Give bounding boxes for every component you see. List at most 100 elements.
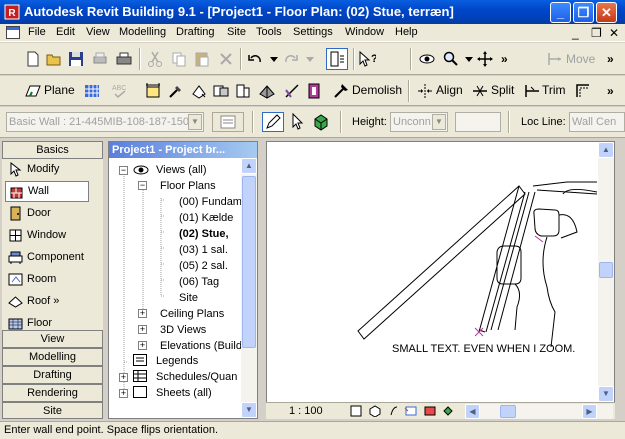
- mdi-close-button[interactable]: ✕: [609, 26, 619, 40]
- zoom-icon[interactable]: [442, 50, 460, 68]
- scroll-up-icon[interactable]: ▲: [598, 142, 614, 158]
- move-icon[interactable]: [546, 50, 564, 68]
- hide-isolate-icon[interactable]: [442, 405, 454, 417]
- redo-list-icon[interactable]: [301, 50, 319, 68]
- grid-icon[interactable]: [83, 82, 101, 100]
- tree-sheets[interactable]: Sheets (all): [156, 386, 212, 400]
- scroll-right-icon[interactable]: ▶: [582, 404, 597, 419]
- expander-elevations[interactable]: +: [138, 341, 147, 350]
- expander-views[interactable]: −: [119, 166, 128, 175]
- scrollbar-thumb[interactable]: [242, 176, 256, 348]
- tree-elevations[interactable]: Elevations (Build: [160, 339, 242, 353]
- tree-floor-plan-item[interactable]: Site: [179, 291, 198, 305]
- restore-button[interactable]: ❐: [573, 2, 594, 23]
- detail-level-icon[interactable]: [350, 405, 362, 417]
- tree-floor-plan-item[interactable]: (00) Fundam: [179, 195, 242, 209]
- menu-window[interactable]: Window: [345, 26, 384, 38]
- pick-face-icon[interactable]: [311, 112, 331, 132]
- menu-drafting[interactable]: Drafting: [176, 26, 215, 38]
- tree-views-all[interactable]: Views (all): [156, 163, 207, 177]
- align-label[interactable]: Align: [436, 83, 463, 97]
- tree-floor-plan-item-active[interactable]: (02) Stue,: [179, 227, 229, 241]
- tree-floor-plan-item[interactable]: (05) 2 sal.: [179, 259, 228, 273]
- canvas-horizontal-scrollbar[interactable]: ◀ ▶: [465, 404, 613, 419]
- tree-schedules[interactable]: Schedules/Quan: [156, 370, 237, 384]
- type-selector[interactable]: Basic Wall : 21-445MIB-108-187-150 ▼: [6, 112, 204, 132]
- element-properties-icon[interactable]: [212, 112, 244, 132]
- document-icon[interactable]: [6, 26, 20, 39]
- tree-floor-plan-item[interactable]: (03) 1 sal.: [179, 243, 228, 257]
- crop-region-icon[interactable]: [404, 405, 418, 417]
- redo-icon[interactable]: [282, 50, 300, 68]
- view-scale[interactable]: 1 : 100: [289, 405, 323, 417]
- expander-floor-plans[interactable]: −: [138, 181, 147, 190]
- tree-3d-views[interactable]: 3D Views: [160, 323, 206, 337]
- mdi-minimize-button[interactable]: _: [572, 26, 579, 40]
- toolbar-more-icon[interactable]: »: [498, 50, 516, 68]
- expander-sheets[interactable]: +: [119, 389, 128, 398]
- undo-icon[interactable]: [246, 50, 264, 68]
- tab-rendering[interactable]: Rendering: [2, 384, 103, 402]
- menu-tools[interactable]: Tools: [256, 26, 282, 38]
- trim-icon[interactable]: [523, 82, 541, 100]
- tree-legends[interactable]: Legends: [156, 354, 198, 368]
- modify-tool[interactable]: Modify: [5, 159, 89, 180]
- height-offset-field[interactable]: [455, 112, 501, 132]
- dimension-icon[interactable]: [144, 82, 162, 100]
- door-tool[interactable]: Door: [5, 203, 89, 224]
- drawing-canvas[interactable]: SMALL TEXT. EVEN WHEN I ZOOM. ▲ ▼: [266, 141, 615, 403]
- split-label[interactable]: Split: [491, 83, 514, 97]
- split-icon[interactable]: [471, 82, 489, 100]
- copy-icon[interactable]: [170, 50, 188, 68]
- canvas-vertical-scrollbar[interactable]: ▲ ▼: [598, 142, 614, 402]
- print-setup-icon[interactable]: [91, 50, 109, 68]
- menu-modelling[interactable]: Modelling: [119, 26, 166, 38]
- tree-floor-plans[interactable]: Floor Plans: [160, 179, 216, 193]
- cut-geometry-icon[interactable]: [212, 82, 230, 100]
- component-tool[interactable]: Component: [5, 247, 89, 268]
- cut-icon[interactable]: [146, 50, 164, 68]
- room-tool[interactable]: Room: [5, 269, 89, 290]
- toolbar-overflow-icon[interactable]: »: [604, 82, 622, 100]
- expander-ceiling-plans[interactable]: +: [138, 309, 147, 318]
- menu-settings[interactable]: Settings: [293, 26, 333, 38]
- minimize-button[interactable]: _: [550, 2, 571, 23]
- pick-lines-icon[interactable]: [288, 112, 308, 132]
- roof-tool[interactable]: Roof »: [5, 291, 89, 312]
- tab-view[interactable]: View: [2, 330, 103, 348]
- expander-schedules[interactable]: +: [119, 373, 128, 382]
- menu-view[interactable]: View: [86, 26, 110, 38]
- scroll-down-icon[interactable]: ▼: [241, 402, 257, 418]
- expander-3d-views[interactable]: +: [138, 325, 147, 334]
- tree-floor-plan-item[interactable]: (06) Tag: [179, 275, 219, 289]
- scroll-down-icon[interactable]: ▼: [598, 386, 614, 402]
- scrollbar-thumb[interactable]: [599, 262, 613, 278]
- tab-basics[interactable]: Basics: [2, 141, 103, 159]
- canvas-annotation[interactable]: SMALL TEXT. EVEN WHEN I ZOOM.: [392, 343, 575, 355]
- split-face-icon[interactable]: [258, 82, 276, 100]
- draw-pencil-icon[interactable]: [262, 112, 284, 132]
- scrollbar-thumb[interactable]: [500, 405, 516, 418]
- close-button[interactable]: ✕: [596, 2, 617, 23]
- window-tool[interactable]: Window: [5, 225, 89, 246]
- visibility-eye-icon[interactable]: [418, 50, 436, 68]
- menu-site[interactable]: Site: [227, 26, 246, 38]
- paste-icon[interactable]: [193, 50, 211, 68]
- plane-label[interactable]: Plane: [44, 83, 75, 97]
- print-icon[interactable]: [115, 50, 133, 68]
- location-line-dropdown[interactable]: Wall Cen: [569, 112, 625, 132]
- height-dropdown[interactable]: Unconn ▼: [390, 112, 448, 132]
- save-icon[interactable]: [67, 50, 85, 68]
- work-plane-icon[interactable]: [24, 82, 42, 100]
- context-help-icon[interactable]: ?: [358, 50, 376, 68]
- menu-edit[interactable]: Edit: [56, 26, 75, 38]
- tab-site[interactable]: Site: [2, 402, 103, 419]
- floor-plan-drawing[interactable]: SMALL TEXT. EVEN WHEN I ZOOM.: [267, 142, 598, 402]
- demolish-label[interactable]: Demolish: [352, 83, 402, 97]
- offset-icon[interactable]: [574, 82, 592, 100]
- demolish-icon[interactable]: [332, 82, 350, 100]
- scroll-left-icon[interactable]: ◀: [465, 404, 480, 419]
- tree-floor-plan-item[interactable]: (01) Kælde: [179, 211, 233, 225]
- linework-icon[interactable]: [283, 82, 301, 100]
- shadows-icon[interactable]: [388, 405, 400, 417]
